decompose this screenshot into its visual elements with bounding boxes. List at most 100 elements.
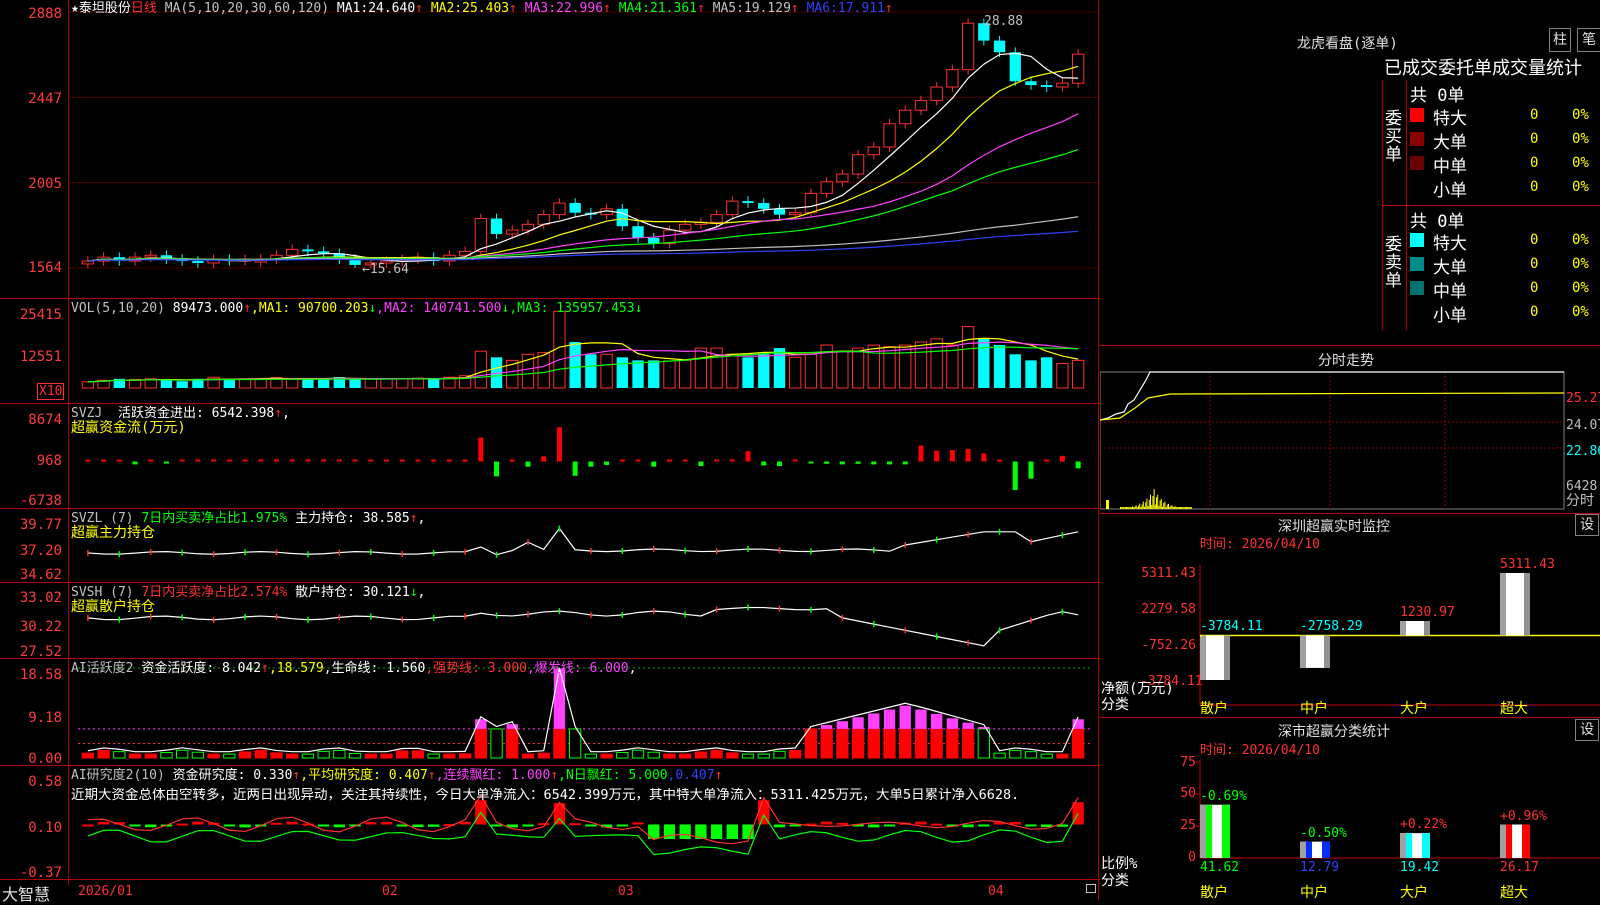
class-pct-change-0: -0.69% (1200, 788, 1247, 804)
class-bar-edge (1322, 841, 1330, 858)
trade-stat-header: 已成交委托单成交量统计 (1384, 58, 1582, 79)
buy-row-swatch-0 (1410, 108, 1424, 122)
ai-research-comment: 近期大资金总体由空转多，近两日出现异动，关注其持续性，今日大单净流入：6542.… (71, 788, 1020, 803)
activity-burst-bar (883, 709, 896, 729)
intraday-vol-bar (1144, 506, 1145, 509)
buy-row-pct-1: 0% (1572, 131, 1589, 147)
activity-bar (191, 751, 205, 759)
intraday-vol-bar (1145, 502, 1147, 509)
volume-bar (899, 344, 912, 389)
intraday-vol-bar (1170, 505, 1172, 509)
candle-body (899, 109, 912, 125)
vol-header: VOL(5,10,20) 89473.000↑,MA1: 90700.203↓,… (71, 301, 643, 316)
ma4-line (87, 149, 1079, 262)
intraday-vol-bar (1128, 506, 1130, 509)
volume-bar (616, 357, 628, 388)
fund-flow-bar (714, 459, 720, 462)
monitor-settings-button[interactable]: 设 (1575, 514, 1599, 536)
candle-body (851, 154, 865, 175)
research-bar (632, 822, 644, 825)
fund-flow-bar (478, 437, 484, 462)
class-value-1: 12.79 (1300, 860, 1340, 875)
class-bar-edge (1306, 841, 1312, 858)
svzj-subtitle: 超赢资金流(万元) (71, 420, 186, 436)
research-bar (192, 821, 204, 825)
chart-area[interactable]: ★泰坦股份日线 MA(5,10,20,30,60,120) MA1:24.640… (0, 0, 1100, 904)
activity-bar (631, 749, 645, 759)
volume-bar (396, 378, 409, 389)
sell-row-swatch-1 (1410, 257, 1424, 271)
fund-flow-bar (887, 461, 893, 465)
candle-body (914, 100, 928, 111)
bar-view-button[interactable]: 柱 (1549, 28, 1571, 52)
fund-flow-bar (116, 459, 122, 462)
volume-bar (349, 379, 361, 388)
class-settings-button[interactable]: 设 (1575, 719, 1599, 741)
favorite-star-icon[interactable]: ★ (71, 1, 79, 16)
monitor-zero-mark (1200, 635, 1202, 637)
main-holdings-line (87, 527, 1079, 556)
intraday-vol-bar (1147, 506, 1149, 509)
chart-canvas[interactable] (0, 0, 1100, 900)
fund-flow-bar (934, 450, 940, 462)
monitor-title: 深圳超赢实时监控 (1278, 519, 1390, 535)
volume-ma-line (87, 346, 1079, 383)
volume-bar (742, 357, 754, 388)
class-time: 时间: 2026/04/10 (1200, 743, 1320, 758)
sell-row-name-3: 小单 (1433, 306, 1467, 326)
class-category-3: 超大 (1500, 885, 1528, 901)
intraday-vol-bar (1165, 507, 1167, 509)
fund-flow-bar (981, 453, 987, 462)
research-bar (836, 822, 849, 825)
activity-bar (207, 753, 220, 759)
svzj-tick-3: -6738 (19, 493, 62, 509)
fund-flow-bar (415, 459, 421, 462)
class-bar-edge (1422, 833, 1430, 858)
vol-unit-badge[interactable]: X10 (37, 383, 65, 400)
volume-bar (1025, 360, 1037, 388)
pen-view-button[interactable]: 笔 (1577, 28, 1600, 52)
activity-bar (537, 752, 550, 759)
intraday-topline (1100, 345, 1600, 346)
activity-bar (961, 728, 975, 759)
candle-body (993, 40, 1006, 53)
activity-bar (97, 749, 110, 759)
activity-bar (474, 728, 487, 759)
lock-icon[interactable] (1086, 884, 1096, 893)
intraday-frame (1100, 371, 1565, 510)
research-bar (569, 823, 581, 826)
monitor-bar-shade (1500, 573, 1506, 636)
buy-row-pct-2: 0% (1572, 155, 1589, 171)
intraday-vol-bar (1174, 506, 1175, 509)
class-bar-shade (1300, 841, 1306, 858)
intraday-price-2: 24.07 (1566, 418, 1600, 433)
sell-row-pct-2: 0% (1572, 280, 1589, 296)
candle-body (302, 249, 314, 252)
intraday-vol-bar (1158, 505, 1160, 509)
intraday-vol-bar (1187, 507, 1189, 509)
fund-flow-bar (321, 459, 327, 462)
volume-bar (317, 379, 330, 388)
volume-bar (254, 378, 267, 389)
intraday-vol-bar (1190, 507, 1192, 509)
svsh-tick-1: 33.02 (19, 590, 62, 606)
activity-bar (851, 728, 865, 759)
fund-flow-bar (132, 461, 138, 465)
intraday-vol-bar (1142, 501, 1144, 509)
class-value-0: 41.62 (1200, 860, 1240, 875)
fund-flow-bar (949, 450, 955, 462)
volume-bar (81, 381, 95, 389)
activity-bar (1040, 753, 1053, 759)
class-value-2: 19.42 (1400, 860, 1440, 875)
activity-bar (113, 751, 126, 759)
activity-bar (270, 752, 283, 759)
activity-bar (364, 753, 377, 759)
volume-bar (758, 354, 770, 388)
ma1-line (87, 52, 1079, 263)
period-label[interactable]: 日线 (131, 1, 157, 16)
brand-logo[interactable]: 大智慧 (2, 881, 50, 905)
candle-body (1071, 53, 1085, 84)
buy-row-pct-3: 0% (1572, 179, 1589, 195)
activity-bar (804, 728, 818, 759)
fund-flow-bar (85, 459, 91, 462)
